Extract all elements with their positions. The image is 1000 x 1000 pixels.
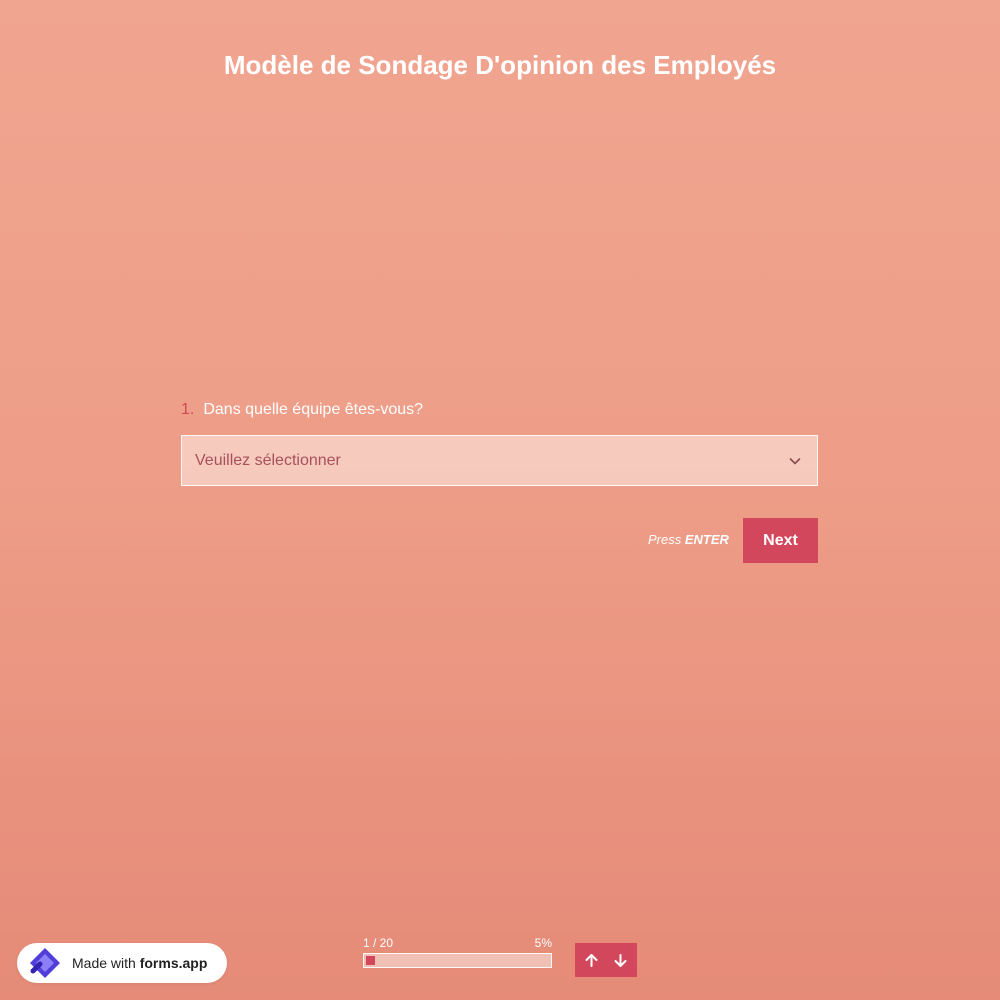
- badge-prefix: Made with: [72, 955, 136, 971]
- press-hint-key: ENTER: [684, 532, 729, 547]
- chevron-down-icon: [789, 457, 801, 464]
- form-title: Modèle de Sondage D'opinion des Employés: [223, 50, 777, 80]
- select-placeholder: Veuillez sélectionner: [195, 451, 341, 469]
- progress-indicator: 1 / 20 5%: [363, 936, 552, 968]
- team-select[interactable]: Veuillez sélectionner: [181, 435, 818, 486]
- question-number: 1.: [181, 401, 195, 418]
- progress-percent: 5%: [534, 936, 552, 950]
- question-text: Dans quelle équipe êtes-vous?: [203, 401, 424, 418]
- made-with-badge[interactable]: Made with forms.app: [17, 943, 227, 983]
- press-hint-prefix: Press: [648, 532, 682, 547]
- press-enter-hint: Press ENTER: [648, 532, 729, 547]
- progress-fill: [366, 956, 375, 965]
- progress-position: 1 / 20: [363, 936, 394, 950]
- badge-brand: forms.app: [139, 955, 208, 971]
- badge-text: Made with forms.app: [72, 955, 207, 971]
- question-navigation: [575, 943, 637, 977]
- question-label: 1. Dans quelle équipe êtes-vous?: [181, 401, 423, 419]
- arrow-down-icon[interactable]: [612, 952, 629, 969]
- forms-app-logo-icon: [30, 948, 60, 978]
- next-button[interactable]: Next: [743, 518, 818, 563]
- progress-track: [363, 953, 552, 968]
- arrow-up-icon[interactable]: [583, 952, 600, 969]
